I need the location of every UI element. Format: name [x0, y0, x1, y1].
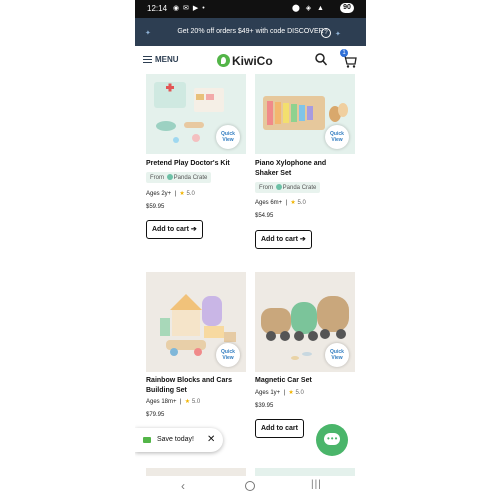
product-price: $59.95	[146, 204, 165, 210]
mail-icon	[143, 437, 151, 443]
star-icon: ★	[290, 200, 296, 206]
battery-icon: 90	[340, 3, 354, 13]
add-to-cart-button[interactable]: Add to cart ➔	[146, 220, 203, 239]
search-icon[interactable]	[315, 53, 327, 67]
quick-view-button[interactable]: Quick View	[216, 125, 240, 149]
product-price: $79.95	[146, 412, 165, 418]
kiwico-logo[interactable]: KiwiCo	[217, 52, 273, 68]
system-nav-bar: ‹ |||	[135, 476, 366, 500]
menu-label: MENU	[155, 55, 179, 64]
product-title[interactable]: Magnetic Car Set	[255, 376, 355, 386]
quick-view-button[interactable]: Quick View	[325, 343, 349, 367]
notification-icons: ◉ ✉ ▶ •	[173, 5, 206, 12]
save-today-prompt[interactable]: Save today! ✕	[135, 428, 223, 452]
product-title[interactable]: Pretend Play Doctor's Kit	[146, 159, 246, 169]
star-icon: ★	[184, 399, 191, 405]
chat-button[interactable]: •••	[316, 424, 348, 456]
product-image[interactable]: Quick View	[146, 272, 246, 372]
system-icons: ⬤ ◈ ▲	[291, 5, 326, 12]
close-icon[interactable]: ✕	[207, 434, 215, 445]
home-nav-icon[interactable]	[245, 481, 255, 491]
sparkle-icon: ✦	[145, 30, 151, 37]
product-ages-rating: Ages 1y+ | ★ 5.0	[255, 390, 304, 396]
crate-icon	[166, 174, 173, 180]
product-price: $54.95	[255, 213, 274, 219]
product-price: $39.95	[255, 403, 274, 409]
quick-view-button[interactable]: Quick View	[325, 125, 349, 149]
product-title[interactable]: Rainbow Blocks and Cars Building Set	[146, 376, 246, 396]
phone-screen: 12:14 ◉ ✉ ▶ • ⬤ ◈ ▲ 90 ✦ ✦ Get 20% off o…	[135, 0, 366, 500]
star-icon: ★	[288, 390, 294, 396]
from-crate-badge: From Panda Crate	[255, 182, 321, 193]
promo-text: Get 20% off orders $49+ with code DISCOV…	[177, 28, 324, 35]
product-title[interactable]: Piano Xylophone and Shaker Set	[255, 159, 355, 179]
product-ages-rating: Ages 6m+ | ★ 5.0	[255, 200, 306, 206]
logo-text: KiwiCo	[232, 54, 273, 68]
product-image[interactable]: Quick View	[255, 74, 355, 154]
site-header: MENU KiwiCo 1	[135, 46, 366, 74]
crate-icon	[275, 184, 282, 190]
product-image[interactable]: Quick View	[146, 74, 246, 154]
sparkle-icon: ✦	[335, 31, 341, 38]
back-nav-icon[interactable]: ‹	[181, 479, 185, 493]
arrow-right-icon: ➔	[299, 236, 306, 243]
add-to-cart-button[interactable]: Add to cart	[255, 419, 304, 438]
promo-banner[interactable]: ✦ ✦ Get 20% off orders $49+ with code DI…	[135, 18, 366, 46]
cart-count-badge: 1	[340, 49, 348, 57]
quick-view-button[interactable]: Quick View	[216, 343, 240, 367]
product-ages-rating: Ages 2y+ | ★ 5.0	[146, 191, 195, 197]
product-image[interactable]: Quick View	[255, 272, 355, 372]
recents-nav-icon[interactable]: |||	[311, 479, 322, 490]
add-to-cart-button[interactable]: Add to cart ➔	[255, 230, 312, 249]
arrow-right-icon: ➔	[190, 226, 197, 233]
menu-icon	[143, 56, 152, 63]
status-bar: 12:14 ◉ ✉ ▶ • ⬤ ◈ ▲ 90	[135, 0, 366, 18]
star-icon: ★	[179, 191, 185, 197]
product-ages-rating: Ages 18m+ | ★ 5.0	[146, 399, 201, 405]
from-crate-badge: From Panda Crate	[146, 172, 212, 183]
status-time: 12:14	[147, 4, 168, 13]
kiwi-logo-icon	[217, 54, 230, 67]
menu-button[interactable]: MENU	[143, 55, 179, 64]
save-today-text: Save today!	[157, 436, 194, 443]
help-icon[interactable]: ?	[321, 28, 331, 38]
